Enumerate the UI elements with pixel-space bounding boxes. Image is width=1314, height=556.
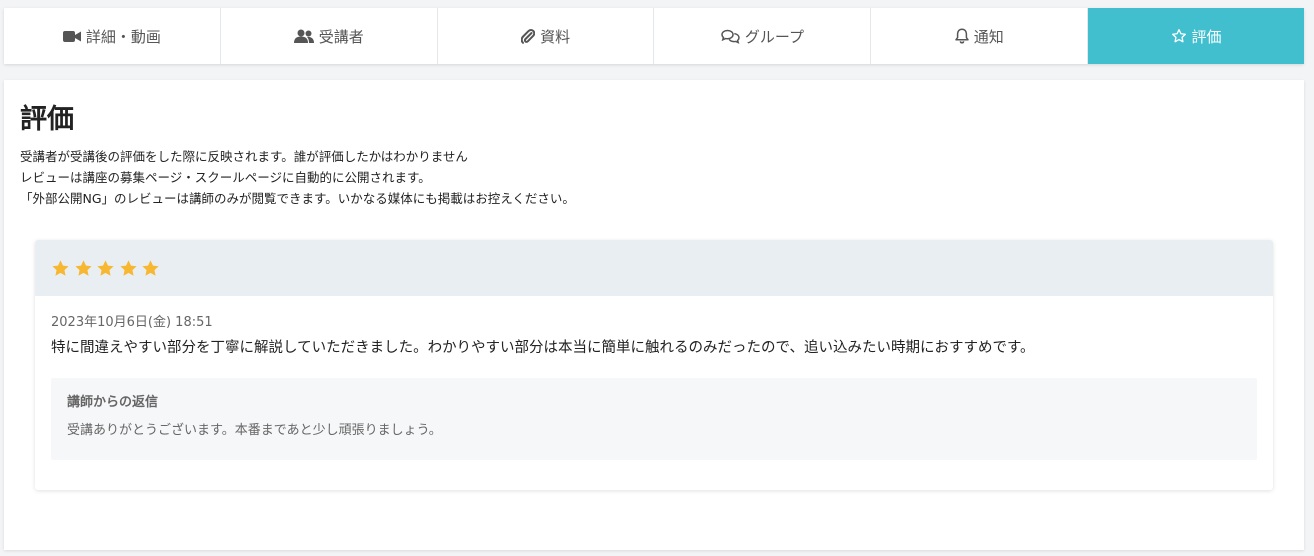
- star-outline-icon: [1171, 28, 1187, 44]
- tab-materials[interactable]: 資料: [438, 8, 655, 64]
- tab-label: 受講者: [318, 27, 364, 46]
- review-text: 特に間違えやすい部分を丁寧に解説していただきました。わかりやすい部分は本当に簡単…: [51, 340, 1035, 356]
- review-card: 2023年10月6日(金) 18:51 特に間違えやすい部分を丁寧に解説していた…: [35, 240, 1273, 490]
- tab-label: 評価: [1191, 27, 1222, 46]
- star-icon: [52, 259, 69, 276]
- instructor-reply: 講師からの返信 受講ありがとうございます。本番まであと少し頑張りましょう。: [51, 378, 1257, 460]
- tab-label: 資料: [540, 27, 571, 46]
- tab-bar: 詳細・動画 受講者 資料 グループ 通知 評価: [4, 8, 1304, 64]
- users-icon: [293, 29, 314, 43]
- description-line: レビューは講座の募集ページ・スクールページに自動的に公開されます。: [20, 170, 431, 185]
- description-line: 「外部公開NG」のレビューは講師のみが閲覧できます。いかなる媒体にも掲載はお控え…: [20, 191, 575, 206]
- paperclip-icon: [521, 28, 536, 44]
- star-icon: [142, 259, 159, 276]
- comments-icon: [721, 29, 740, 44]
- page-title: 評価: [20, 104, 74, 135]
- tab-notifications[interactable]: 通知: [871, 8, 1089, 64]
- star-icon: [74, 259, 92, 276]
- tab-students[interactable]: 受講者: [221, 8, 438, 64]
- tab-label: 詳細・動画: [85, 27, 161, 46]
- tab-group[interactable]: グループ: [654, 8, 872, 64]
- tab-label: 通知: [973, 27, 1004, 46]
- tab-details-video[interactable]: 詳細・動画: [4, 8, 221, 64]
- tab-reviews[interactable]: 評価: [1088, 8, 1304, 64]
- tab-label: グループ: [744, 27, 804, 46]
- description-line: 受講者が受講後の評価をした際に反映されます。誰が評価したかはわかりません: [20, 149, 468, 164]
- reply-text: 受講ありがとうございます。本番まであと少し頑張りましょう。: [67, 423, 442, 438]
- reviews-panel: 評価 受講者が受講後の評価をした際に反映されます。誰が評価したかはわかりません …: [4, 80, 1304, 550]
- bell-icon: [954, 28, 969, 44]
- star-icon: [97, 259, 114, 276]
- review-date: 2023年10月6日(金) 18:51: [51, 315, 213, 330]
- reply-title: 講師からの返信: [67, 395, 159, 410]
- star-icon: [119, 259, 137, 276]
- page-description: 受講者が受講後の評価をした際に反映されます。誰が評価したかはわかりません レビュ…: [20, 146, 575, 209]
- video-camera-icon: [62, 30, 81, 43]
- review-body: 2023年10月6日(金) 18:51 特に間違えやすい部分を丁寧に解説していた…: [35, 296, 1273, 460]
- review-rating: [35, 240, 1273, 296]
